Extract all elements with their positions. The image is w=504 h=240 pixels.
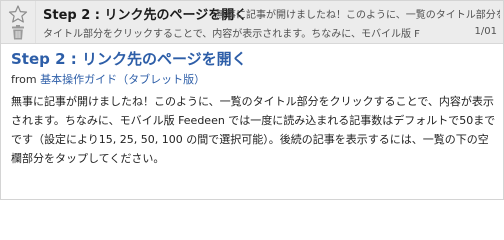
trash-icon[interactable] [11,25,25,40]
header-action-icons [1,1,36,43]
star-icon[interactable] [8,5,28,23]
article-frame: Step 2 : リンク先のページを開く 無事に記事が開けましたね！このように、… [0,0,504,200]
article-position-counter: 1/01 [474,26,497,37]
article-body: 無事に記事が開けましたね！このように、一覧のタイトル部分をクリックすることで、内… [11,95,496,165]
source-line: from 基本操作ガイド（タブレット版） [11,72,497,88]
header-snippet: 無事に記事が開けましたね！このように、一覧のタイトル部分をクリックすることで、内… [216,10,500,21]
article-header[interactable]: Step 2 : リンク先のページを開く 無事に記事が開けましたね！このように、… [1,1,503,44]
article-title[interactable]: Step 2 : リンク先のページを開く [11,49,497,69]
source-link[interactable]: 基本操作ガイド（タブレット版） [40,73,205,86]
header-snippet-continued: タイトル部分をクリックすることで、内容が表示されます。ちなみに、モバイル版 F [43,29,420,40]
article-content: Step 2 : リンク先のページを開く from 基本操作ガイド（タブレット版… [11,49,497,168]
from-label: from [11,73,37,86]
